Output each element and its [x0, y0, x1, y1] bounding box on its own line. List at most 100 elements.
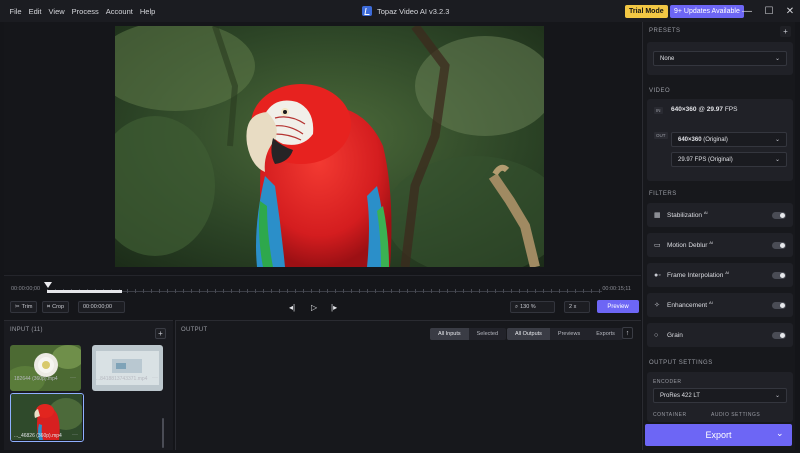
export-button[interactable]: Export: [645, 424, 792, 446]
presets-card: None ⌄: [647, 42, 793, 75]
chevron-down-icon: ⌄: [774, 157, 780, 163]
filter-label-text: Stabilization: [667, 212, 703, 220]
encoder-select[interactable]: ProRes 422 LT ⌄: [653, 388, 787, 403]
audio-settings-label: AUDIO SETTINGS: [711, 412, 761, 418]
preset-select[interactable]: None ⌄: [653, 51, 787, 66]
app-title-text: Topaz Video AI v3.2.3: [377, 6, 450, 16]
screen-thumbnail: [92, 345, 163, 391]
enhancement-toggle[interactable]: [772, 301, 786, 309]
item-more-icon[interactable]: ···: [70, 375, 76, 381]
input-caption-1: 182644 (360p).mp4: [14, 376, 58, 382]
input-at-sign: @: [698, 106, 705, 113]
parrot-video-frame: [115, 26, 544, 267]
menu-help[interactable]: Help: [136, 7, 158, 16]
input-caption-2: ...8418813743371.mp4: [96, 376, 148, 382]
add-preset-button[interactable]: +: [780, 26, 791, 37]
close-icon[interactable]: ✕: [780, 0, 800, 22]
timeline-end-time: 00:00:15;11: [602, 286, 631, 292]
stabilization-icon: ▦: [654, 212, 661, 219]
timeline-selection[interactable]: [47, 290, 122, 293]
tab-exports[interactable]: Exports: [588, 328, 623, 340]
next-frame-icon[interactable]: |▸: [331, 303, 337, 312]
menu-file[interactable]: File: [6, 7, 25, 16]
maximize-icon[interactable]: ☐: [759, 0, 779, 22]
tab-selected[interactable]: Selected: [469, 328, 506, 340]
ai-badge: AI: [709, 240, 714, 246]
title-bar: File Edit View Process Account Help Topa…: [0, 0, 800, 22]
tab-all-inputs[interactable]: All Inputs: [430, 328, 469, 340]
menu-account[interactable]: Account: [102, 7, 136, 16]
ai-badge: AI: [725, 270, 729, 276]
filter-label-text: Grain: [667, 331, 683, 339]
motion-deblur-icon: ▭: [654, 242, 661, 249]
crop-button[interactable]: ⌗ Crop: [42, 301, 70, 313]
menu-edit[interactable]: Edit: [25, 7, 45, 16]
output-settings-card: ENCODER ProRes 422 LT ⌄ CONTAINER AUDIO …: [647, 372, 793, 422]
playhead-handle[interactable]: [44, 282, 52, 288]
filter-enhancement[interactable]: ✧ Enhancement AI: [647, 293, 793, 317]
crop-label: Crop: [52, 304, 65, 310]
video-label: VIDEO: [649, 88, 671, 94]
motion-deblur-toggle[interactable]: [772, 241, 786, 249]
video-card: IN 640×360 @ 29.97 FPS OUT 640×360 (Orig…: [647, 99, 793, 181]
filter-label: Frame Interpolation AI: [667, 270, 772, 279]
previous-frame-icon[interactable]: ◂|: [289, 303, 295, 312]
container-label: CONTAINER: [653, 412, 687, 418]
speed-select[interactable]: 2 x: [564, 301, 590, 313]
input-filter-tabs: All Inputs Selected: [430, 328, 507, 340]
item-more-icon-3[interactable]: ···: [72, 432, 78, 438]
ai-badge: AI: [703, 210, 708, 216]
output-fps-select[interactable]: 29.97 FPS (Original) ⌄: [671, 152, 787, 167]
input-scrollbar[interactable]: [162, 418, 164, 448]
zoom-select[interactable]: ⌕ 130 %: [510, 301, 555, 313]
scissors-icon: ✂: [15, 304, 20, 310]
filter-grain[interactable]: ○ Grain: [647, 323, 793, 347]
input-video-info: 640×360 @ 29.97 FPS: [671, 106, 737, 113]
input-fps-unit: FPS: [724, 106, 738, 113]
preset-value: None: [660, 55, 675, 62]
grain-icon: ○: [654, 331, 659, 339]
export-options-chevron-icon[interactable]: ⌄: [776, 428, 784, 439]
frame-interpolation-toggle[interactable]: [772, 271, 786, 279]
filter-frame-interpolation[interactable]: ●◦ Frame Interpolation AI: [647, 263, 793, 287]
crop-icon: ⌗: [47, 303, 51, 310]
item-more-icon-2[interactable]: ···: [152, 375, 158, 381]
output-resolution-value: 640×360: [678, 136, 702, 143]
menu-process[interactable]: Process: [68, 7, 102, 16]
input-count-label: INPUT (11): [10, 327, 43, 333]
output-settings-label: OUTPUT SETTINGS: [649, 360, 713, 366]
input-thumbnail-screen[interactable]: [92, 345, 163, 391]
input-fps-value: 29.97: [706, 106, 724, 113]
upload-icon[interactable]: ↑: [622, 327, 633, 339]
output-view-tabs: All Outputs Previews Exports: [507, 328, 623, 340]
grain-toggle[interactable]: [772, 331, 786, 339]
menu-view[interactable]: View: [45, 7, 68, 16]
zoom-value: 130 %: [520, 304, 536, 310]
filter-motion-deblur[interactable]: ▭ Motion Deblur AI: [647, 233, 793, 257]
trial-mode-button[interactable]: Trial Mode: [625, 5, 668, 18]
input-resolution: 640×360: [671, 106, 697, 113]
timecode-input[interactable]: 00:00:00;00: [78, 301, 125, 313]
zoom-icon: ⌕: [515, 303, 519, 310]
topaz-logo-icon: [362, 6, 372, 16]
minimize-icon[interactable]: —: [737, 0, 757, 22]
play-icon[interactable]: ▷: [311, 303, 317, 312]
stabilization-toggle[interactable]: [772, 211, 786, 219]
output-label: OUTPUT: [181, 327, 208, 333]
trim-button[interactable]: ✂ Trim: [10, 301, 38, 313]
settings-panel: PRESETS + None ⌄ VIDEO IN 640×360 @ 29.9…: [642, 22, 795, 450]
tab-all-outputs[interactable]: All Outputs: [507, 328, 550, 340]
preview-button[interactable]: Preview: [597, 300, 639, 313]
filter-stabilization[interactable]: ▦ Stabilization AI: [647, 203, 793, 227]
output-resolution-text: 640×360 (Original): [678, 137, 728, 143]
output-resolution-note: (Original): [703, 136, 728, 143]
timeline-bar: 00:00:00;00 00:00:15;11 ✂ Trim ⌗ Crop 00…: [4, 275, 641, 320]
frame-interpolation-icon: ●◦: [654, 271, 661, 279]
tab-previews[interactable]: Previews: [550, 328, 588, 340]
add-input-button[interactable]: +: [155, 328, 166, 339]
output-resolution-select[interactable]: 640×360 (Original) ⌄: [671, 132, 787, 147]
video-preview-frame[interactable]: [115, 26, 544, 267]
updates-available-button[interactable]: 9+ Updates Available: [670, 5, 744, 18]
input-thumbnail-flower[interactable]: [10, 345, 81, 391]
filter-label-text: Enhancement: [667, 302, 708, 310]
